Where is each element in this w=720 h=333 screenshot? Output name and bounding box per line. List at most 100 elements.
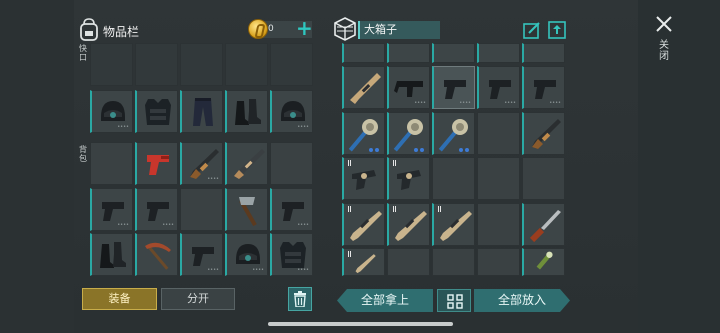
take-all-button[interactable]: 全部拿上 [337,289,433,312]
quick-slot[interactable] [90,43,133,86]
close-icon[interactable] [655,15,673,33]
add-coins-button[interactable]: + [296,18,313,38]
equip-slot-pants[interactable] [180,90,223,133]
equip-slot-helmet[interactable]: •••• [90,90,133,133]
container-slot[interactable] [432,248,475,276]
quick-slot-label: 快口 [79,44,87,62]
quick-slot[interactable] [225,43,268,86]
container-slot[interactable] [477,248,520,276]
durability-dots: •••• [414,100,426,106]
container-slot[interactable] [342,112,385,155]
inventory-title: 物品栏 [103,25,140,39]
container-slot[interactable] [387,157,430,200]
hatchet-icon [239,197,257,227]
equip-slot-helmet-2[interactable]: •••• [270,90,313,133]
durability-dots: •••• [549,100,561,106]
trash-icon [294,291,306,307]
container-slot[interactable] [387,248,430,276]
backpack-slot[interactable] [135,142,178,185]
sniper-rifle-icon [350,211,382,241]
container-slot[interactable] [522,43,565,63]
backpack-slot[interactable] [180,188,223,231]
backpack-slot[interactable] [270,142,313,185]
container-slot[interactable]: •••• [477,66,520,109]
revolver-icon [352,170,376,190]
left-margin [0,0,74,333]
container-slot[interactable] [432,157,475,200]
rifle-icon [532,119,561,149]
container-slot[interactable] [522,112,565,155]
backpack-slot[interactable]: •••• [225,233,268,276]
boots-icon [100,242,126,268]
container-slot[interactable] [342,66,385,109]
home-indicator [268,322,453,326]
container-slot[interactable] [477,112,520,155]
edit-icon[interactable] [523,21,541,39]
right-margin [638,0,720,333]
container-slot-selected[interactable]: •••• [432,66,475,109]
upgrade-dots [459,148,471,152]
container-slot[interactable] [342,157,385,200]
durability-dots: •••• [207,176,219,182]
pants-icon [193,98,213,126]
container-slot[interactable] [387,203,430,246]
container-slot[interactable] [342,203,385,246]
trash-button[interactable] [288,287,312,311]
container-slot[interactable] [432,112,475,155]
container-slot[interactable] [432,203,475,246]
durability-dots: •••• [459,100,471,106]
durability-dots: •••• [117,124,129,130]
revolver-icon [397,170,421,190]
backpack-slot[interactable] [225,142,268,185]
backpack-slot[interactable]: •••• [180,233,223,276]
split-button[interactable]: 分开 [161,288,235,310]
sort-button[interactable] [437,289,471,312]
backpack-slot[interactable]: •••• [270,188,313,231]
equip-slot-boots[interactable] [225,90,268,133]
container-slot[interactable]: •••• [522,66,565,109]
quick-slot[interactable] [270,43,313,86]
quick-slot[interactable] [180,43,223,86]
backpack-slot[interactable] [225,188,268,231]
close-label[interactable]: 关闭 [659,40,669,62]
durability-dots: •••• [297,124,309,130]
backpack-slot[interactable] [90,142,133,185]
durability-dots: •••• [207,267,219,273]
backpack-slot[interactable]: •••• [90,188,133,231]
container-slot[interactable] [477,43,520,63]
container-slot[interactable] [522,203,565,246]
coin-icon [248,19,268,39]
container-slot[interactable]: •••• [387,66,430,109]
equip-slot-armor[interactable] [135,90,178,133]
boots-icon [235,99,261,125]
container-slot[interactable] [477,157,520,200]
durability-dots: •••• [162,222,174,228]
container-slot[interactable] [477,203,520,246]
backpack-slot[interactable] [90,233,133,276]
pickaxe-icon [145,242,171,270]
container-slot[interactable] [342,248,385,276]
backpack-slot[interactable]: •••• [180,142,223,185]
upgrade-dots [369,148,381,152]
container-slot[interactable] [522,248,565,276]
durability-dots: •••• [117,222,129,228]
sniper-rifle-icon [395,211,427,241]
flare-gun-icon [147,155,169,175]
backpack-slot[interactable] [135,233,178,276]
export-icon[interactable] [548,21,566,39]
backpack-slot[interactable]: •••• [135,188,178,231]
container-slot[interactable] [342,43,385,63]
quick-slot[interactable] [135,43,178,86]
container-name[interactable]: 大箱子 [358,21,440,39]
shotgun-icon [234,149,265,179]
put-all-button[interactable]: 全部放入 [474,289,570,312]
equip-button[interactable]: 装备 [82,288,157,310]
backpack-slot[interactable]: •••• [270,233,313,276]
durability-dots: •••• [297,222,309,228]
container-slot[interactable] [387,43,430,63]
durability-dots: •••• [252,267,264,273]
container-slot[interactable] [522,157,565,200]
durability-dots: •••• [297,267,309,273]
container-slot[interactable] [432,43,475,63]
container-slot[interactable] [387,112,430,155]
